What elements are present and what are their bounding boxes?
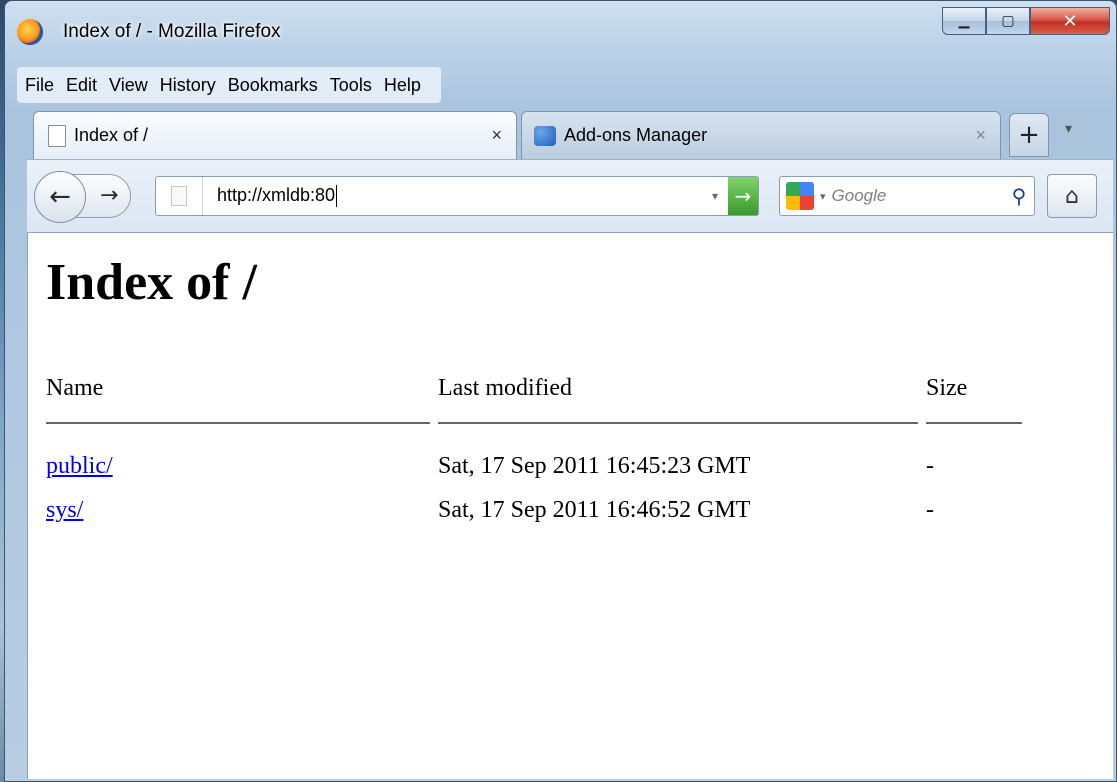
home-button[interactable]: ⌂ (1047, 174, 1097, 218)
new-tab-button[interactable]: + (1009, 113, 1049, 157)
last-modified-cell: Sat, 17 Sep 2011 16:46:52 GMT (438, 496, 751, 523)
page-content: Index of / Name Last modified Size publi… (27, 233, 1113, 779)
search-bar[interactable]: ▾ Google ⚲ (779, 176, 1035, 216)
table-row: sys/ Sat, 17 Sep 2011 16:46:52 GMT - (46, 488, 1022, 532)
go-button[interactable]: → (728, 177, 758, 215)
search-engine-dropdown-icon[interactable]: ▾ (820, 190, 826, 203)
forward-button[interactable]: → (100, 183, 118, 208)
column-header-last-modified: Last modified (438, 363, 918, 424)
column-header-name: Name (46, 363, 430, 424)
menu-file[interactable]: File (25, 75, 54, 96)
page-title: Index of / (46, 254, 257, 311)
tab-index-of[interactable]: Index of / × (33, 111, 517, 159)
size-cell: - (926, 452, 934, 479)
url-bar[interactable]: http://xmldb:80 ▾ → (155, 176, 759, 216)
minimize-button[interactable]: ▁ (942, 7, 986, 35)
tab-add-ons-manager[interactable]: Add-ons Manager × (521, 111, 1001, 159)
tab-close-icon[interactable]: × (491, 125, 502, 146)
caption-buttons: ▁ ▢ ✕ (942, 7, 1110, 35)
menu-help[interactable]: Help (384, 75, 421, 96)
table-row: public/ Sat, 17 Sep 2011 16:45:23 GMT - (46, 444, 1022, 488)
menu-bar: File Edit View History Bookmarks Tools H… (17, 67, 441, 103)
size-cell: - (926, 496, 934, 523)
close-window-button[interactable]: ✕ (1030, 7, 1110, 35)
google-logo-icon[interactable] (786, 182, 814, 210)
menu-tools[interactable]: Tools (330, 75, 372, 96)
search-input[interactable]: Google (832, 186, 1004, 206)
directory-link-sys[interactable]: sys/ (46, 497, 83, 523)
column-header-size: Size (926, 363, 1022, 424)
menu-view[interactable]: View (109, 75, 148, 96)
puzzle-piece-icon (534, 125, 556, 146)
firefox-window: Index of / - Mozilla Firefox ▁ ▢ ✕ File … (4, 0, 1117, 782)
menu-bookmarks[interactable]: Bookmarks (228, 75, 318, 96)
document-icon (48, 124, 66, 147)
menu-history[interactable]: History (160, 75, 216, 96)
menu-edit[interactable]: Edit (66, 75, 97, 96)
site-identity-button[interactable] (156, 177, 203, 215)
back-button[interactable]: ← (34, 171, 86, 223)
tab-label: Index of / (74, 125, 149, 145)
firefox-logo-icon[interactable] (17, 19, 43, 45)
page-icon (171, 186, 187, 206)
search-icon[interactable]: ⚲ (1004, 184, 1034, 208)
directory-listing-table: Name Last modified Size public/ Sat, 17 … (38, 363, 1030, 532)
window-title: Index of / - Mozilla Firefox (63, 21, 281, 42)
url-input[interactable]: http://xmldb:80 (203, 185, 702, 207)
tab-close-icon[interactable]: × (975, 125, 986, 146)
tab-list-chevron-icon[interactable]: ▾ (1065, 121, 1072, 137)
tab-label: Add-ons Manager (564, 125, 708, 145)
title-bar[interactable]: Index of / - Mozilla Firefox ▁ ▢ ✕ (5, 1, 1116, 63)
maximize-button[interactable]: ▢ (986, 7, 1030, 35)
navigation-toolbar: ← → http://xmldb:80 ▾ → ▾ Google ⚲ ⌂ (27, 159, 1113, 233)
url-history-dropdown-icon[interactable]: ▾ (702, 189, 728, 203)
tab-strip: Index of / × Add-ons Manager × + ▾ (27, 109, 1117, 159)
back-forward-group: ← → (34, 171, 131, 223)
last-modified-cell: Sat, 17 Sep 2011 16:45:23 GMT (438, 452, 751, 479)
directory-link-public[interactable]: public/ (46, 453, 113, 479)
